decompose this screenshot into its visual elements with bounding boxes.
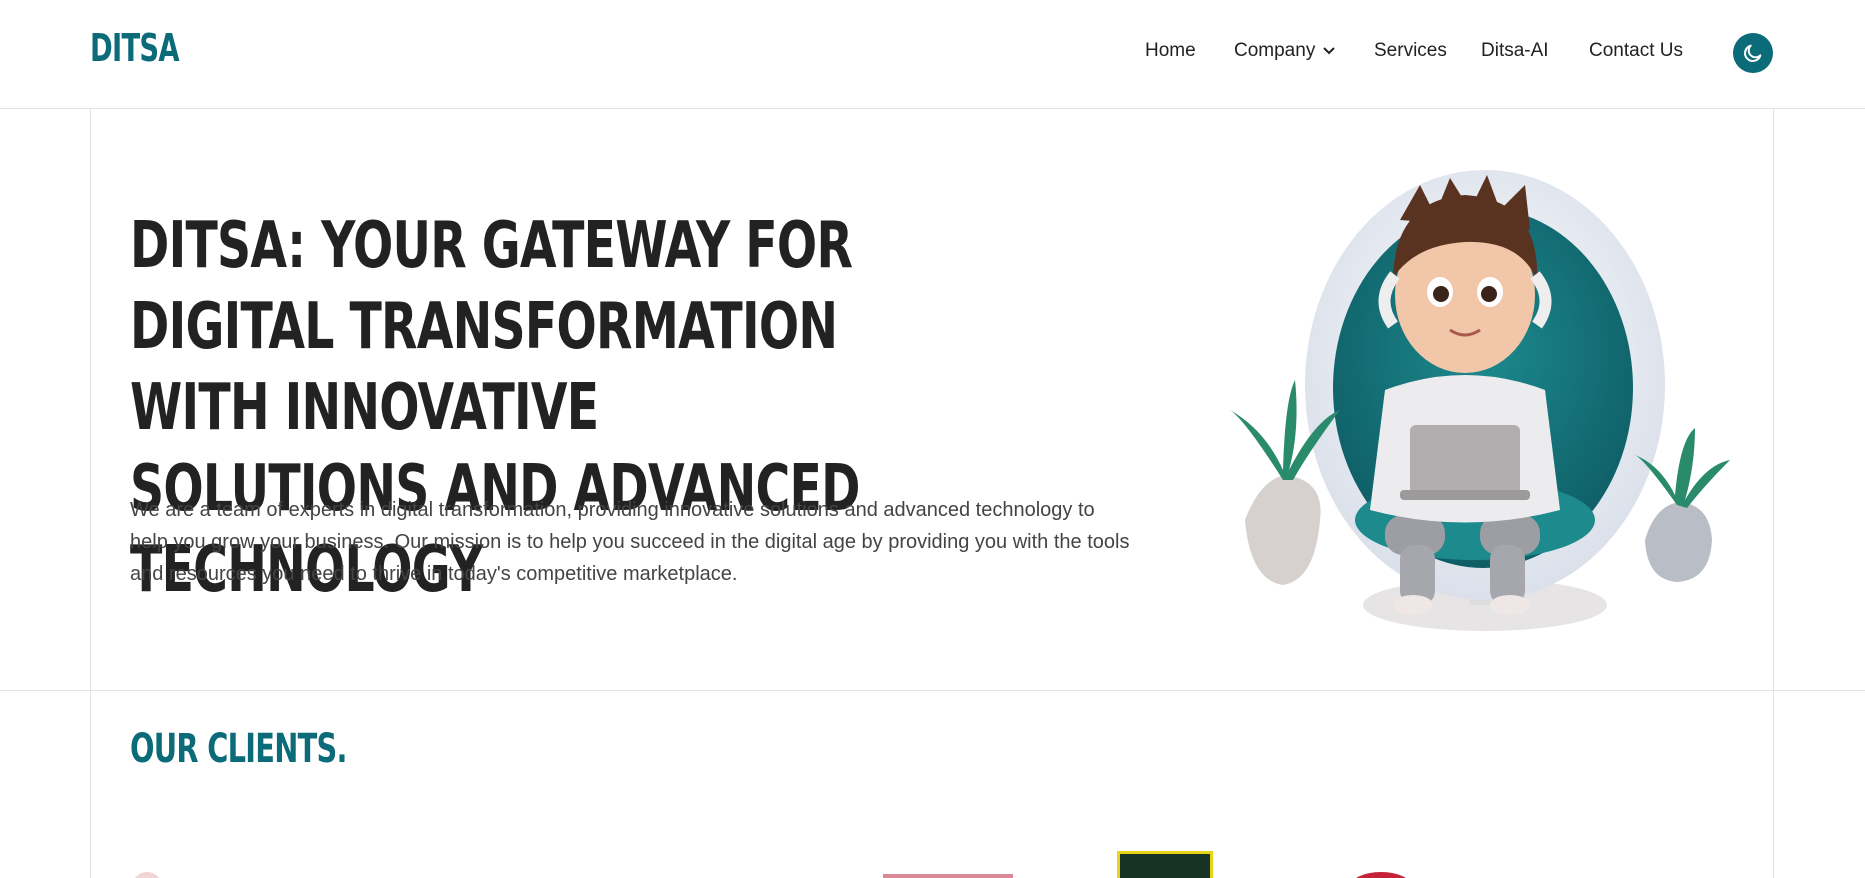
nav-home[interactable]: Home [1145, 40, 1196, 62]
hero-illustration [1230, 170, 1730, 631]
site-header: DITSA Home Company Services Ditsa-AI Con… [0, 0, 1865, 109]
hero-description: We are a team of experts in digital tran… [130, 499, 1130, 585]
section-divider [0, 690, 1865, 691]
frame-line-right [1773, 109, 1774, 878]
client-logo [1117, 851, 1213, 878]
nav-company-label: Company [1234, 40, 1316, 61]
nav-services[interactable]: Services [1374, 40, 1447, 62]
nav-company[interactable]: Company [1234, 40, 1336, 62]
site-logo[interactable]: DITSA [90, 26, 180, 70]
moon-icon [1744, 44, 1762, 62]
client-logo [883, 874, 1013, 878]
frame-line-left [90, 109, 91, 878]
nav-contact-us[interactable]: Contact Us [1589, 40, 1683, 62]
client-logo [132, 872, 162, 878]
client-logo [1350, 872, 1412, 878]
theme-toggle-button[interactable] [1733, 33, 1773, 73]
chevron-down-icon [1323, 47, 1336, 55]
clients-title: OUR CLIENTS. [130, 726, 347, 772]
nav-ditsa-ai[interactable]: Ditsa-AI [1481, 40, 1549, 62]
